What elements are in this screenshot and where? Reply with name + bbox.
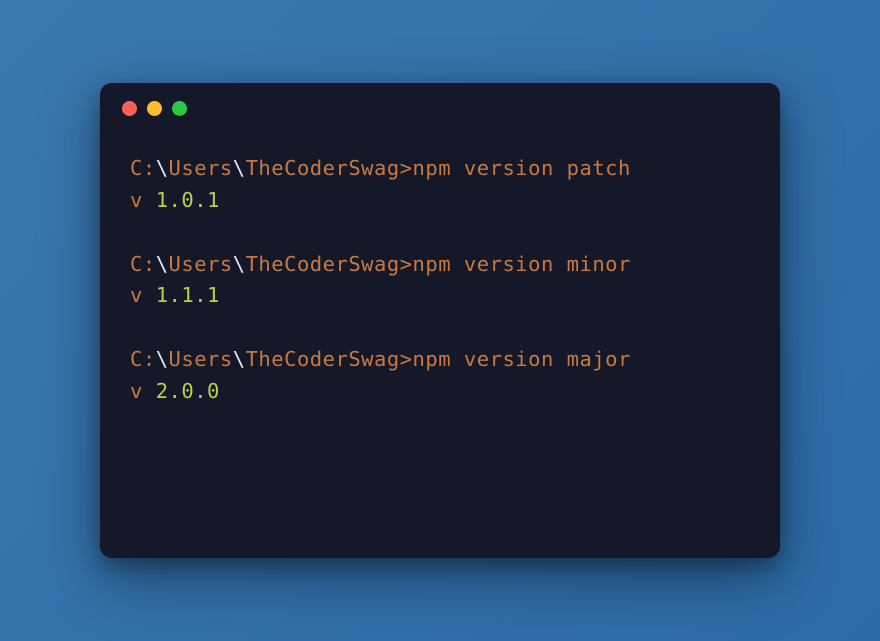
version-prefix: v: [130, 283, 156, 307]
path-separator: \: [156, 347, 169, 371]
terminal-body[interactable]: C:\Users\TheCoderSwag>npm version patch …: [100, 133, 780, 428]
path-separator: \: [156, 252, 169, 276]
terminal-window: C:\Users\TheCoderSwag>npm version patch …: [100, 83, 780, 558]
maximize-icon[interactable]: [172, 101, 187, 116]
prompt-symbol: >: [400, 252, 413, 276]
path-segment: Users: [169, 156, 233, 180]
path-segment: Users: [169, 347, 233, 371]
command-line: C:\Users\TheCoderSwag>npm version minor: [130, 249, 750, 281]
command-line: C:\Users\TheCoderSwag>npm version major: [130, 344, 750, 376]
output-line: v 1.1.1: [130, 280, 750, 312]
drive-letter: C:: [130, 156, 156, 180]
path-segment: Users: [169, 252, 233, 276]
path-separator: \: [156, 156, 169, 180]
command-text: npm version patch: [413, 156, 631, 180]
path-separator: \: [233, 347, 246, 371]
version-number: 1.1.1: [156, 283, 220, 307]
minimize-icon[interactable]: [147, 101, 162, 116]
path-segment: TheCoderSwag: [246, 156, 400, 180]
version-prefix: v: [130, 379, 156, 403]
path-segment: TheCoderSwag: [246, 252, 400, 276]
close-icon[interactable]: [122, 101, 137, 116]
version-prefix: v: [130, 188, 156, 212]
output-line: v 1.0.1: [130, 185, 750, 217]
command-block: C:\Users\TheCoderSwag>npm version patch …: [130, 153, 750, 217]
path-separator: \: [233, 252, 246, 276]
command-text: npm version minor: [413, 252, 631, 276]
version-number: 1.0.1: [156, 188, 220, 212]
path-segment: TheCoderSwag: [246, 347, 400, 371]
drive-letter: C:: [130, 252, 156, 276]
path-separator: \: [233, 156, 246, 180]
prompt-symbol: >: [400, 156, 413, 180]
drive-letter: C:: [130, 347, 156, 371]
command-line: C:\Users\TheCoderSwag>npm version patch: [130, 153, 750, 185]
output-line: v 2.0.0: [130, 376, 750, 408]
command-block: C:\Users\TheCoderSwag>npm version major …: [130, 344, 750, 408]
titlebar: [100, 83, 780, 133]
prompt-symbol: >: [400, 347, 413, 371]
version-number: 2.0.0: [156, 379, 220, 403]
command-text: npm version major: [413, 347, 631, 371]
command-block: C:\Users\TheCoderSwag>npm version minor …: [130, 249, 750, 313]
